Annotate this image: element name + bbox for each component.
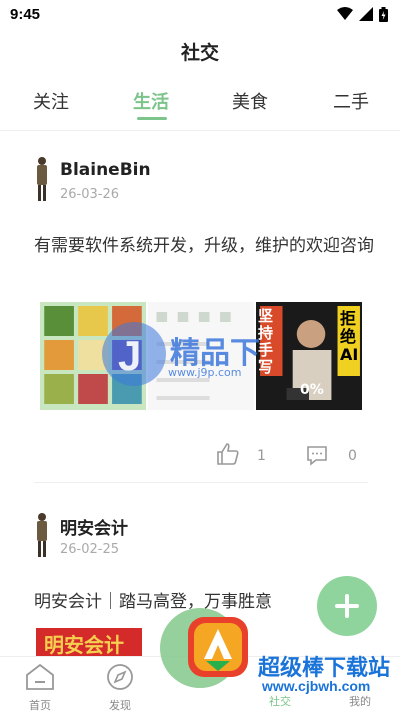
post-date: 26-02-25 xyxy=(60,542,120,557)
post-separator xyxy=(34,482,368,483)
tab-indicator xyxy=(137,117,167,120)
tab-life[interactable]: 生活 xyxy=(133,88,169,114)
inner-watermark-url: www.j9p.com xyxy=(168,366,242,379)
image-stamp-text: 拒绝AI xyxy=(340,309,359,364)
nav-social-label: 社交 xyxy=(269,695,291,708)
tab-follow[interactable]: 关注 xyxy=(33,88,69,114)
nav-home[interactable]: 首页 xyxy=(10,663,70,713)
tab-secondhand[interactable]: 二手 xyxy=(333,88,369,114)
add-post-button[interactable] xyxy=(317,576,377,636)
image-stamp-text: 明安会计 xyxy=(44,633,124,656)
tab-bar: 关注 生活 美食 二手 xyxy=(0,88,400,128)
post-content: 有需要软件系统开发，升级，维护的欢迎咨询 xyxy=(34,236,374,256)
post-image[interactable]: 明安会计 xyxy=(36,628,142,656)
comment-icon[interactable] xyxy=(306,444,328,466)
like-count: 1 xyxy=(257,448,266,464)
svg-text:J: J xyxy=(118,332,141,379)
wifi-icon xyxy=(337,7,353,20)
tab-food[interactable]: 美食 xyxy=(232,88,268,114)
like-icon[interactable] xyxy=(216,442,240,466)
tabs-divider xyxy=(0,130,400,131)
home-icon xyxy=(26,663,54,690)
nav-mine-label: 我的 xyxy=(349,695,371,708)
plus-icon xyxy=(335,594,359,618)
nav-discover[interactable]: 发现 xyxy=(90,663,150,713)
post-author[interactable]: 明安会计 xyxy=(60,514,128,539)
compass-icon xyxy=(107,664,133,690)
status-time: 9:45 xyxy=(10,5,41,23)
avatar[interactable] xyxy=(34,512,50,560)
post-author[interactable]: BlaineBin xyxy=(60,160,151,180)
comment-count: 0 xyxy=(348,448,357,464)
page-title: 社交 xyxy=(180,42,219,64)
avatar[interactable] xyxy=(34,156,50,204)
status-bar: 9:45 xyxy=(0,0,400,28)
download-site-logo xyxy=(188,617,248,677)
image-stamp-text: 0% xyxy=(300,382,324,398)
status-icons xyxy=(337,6,388,22)
battery-icon xyxy=(379,6,388,22)
post-date: 26-03-26 xyxy=(60,187,120,202)
watermark-brand-url: www.cjbwh.com xyxy=(262,678,371,694)
signal-icon xyxy=(359,7,373,21)
